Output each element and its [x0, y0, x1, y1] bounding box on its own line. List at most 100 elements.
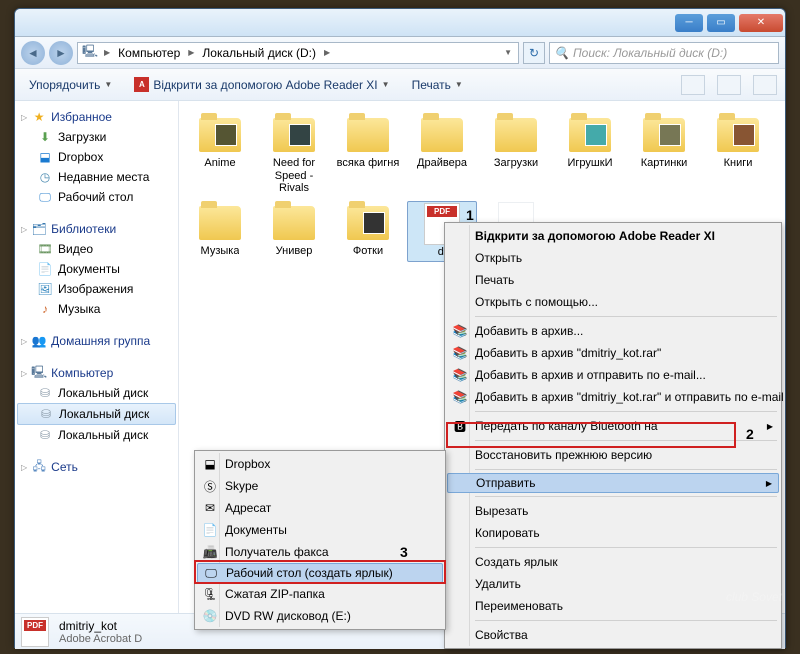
minimize-button[interactable]: ─	[675, 14, 703, 32]
folder-univer[interactable]: Универ	[259, 201, 329, 262]
sidebar-item-videos[interactable]: 🎞Видео	[17, 239, 176, 259]
context-item-label: Передать по каналу Bluetooth на	[475, 419, 658, 433]
sidebar-item-disk[interactable]: ⛁Локальный диск	[17, 383, 176, 403]
help-button[interactable]	[753, 75, 777, 95]
context-menu-sendto: ⬓DropboxⓈSkype✉Адресат📄Документы 📠 Получат…	[194, 450, 446, 630]
sidebar-libraries-header[interactable]: ▷🗂Библиотеки	[17, 219, 176, 239]
fax-icon: 📠	[201, 543, 219, 561]
refresh-button[interactable]: ↻	[523, 42, 545, 64]
context-item[interactable]: 📚Добавить в архив "dmitriy_kot.rar" и от…	[447, 386, 779, 408]
context-item[interactable]: Открыть	[447, 247, 779, 269]
folder-drivers[interactable]: Драйвера	[407, 113, 477, 197]
context-item-label: Отправить	[476, 476, 536, 490]
sidebar-item-music[interactable]: ♪Музыка	[17, 299, 176, 319]
context-item[interactable]: Удалить	[447, 573, 779, 595]
sidebar: ▷★Избранное ⬇Загрузки ⬓Dropbox ◷Недавние…	[15, 101, 179, 613]
sendto-item-label: Сжатая ZIP-папка	[225, 587, 325, 601]
context-item[interactable]: Восстановить прежнюю версию	[447, 444, 779, 466]
sendto-item-label: Получатель факса	[225, 545, 329, 559]
forward-button[interactable]: ►	[49, 41, 73, 65]
breadcrumb-drive[interactable]: Локальный диск (D:)	[200, 46, 318, 60]
zip-icon: 🗜	[201, 585, 219, 603]
titlebar: ─ ▭ ✕	[15, 9, 785, 37]
sendto-item[interactable]: 📄Документы	[197, 519, 443, 541]
context-item[interactable]: Свойства	[447, 624, 779, 646]
context-item[interactable]: Вырезать	[447, 500, 779, 522]
back-button[interactable]: ◄	[21, 41, 45, 65]
sidebar-item-downloads[interactable]: ⬇Загрузки	[17, 127, 176, 147]
context-item[interactable]: Переименовать	[447, 595, 779, 617]
folder-pictures[interactable]: Картинки	[629, 113, 699, 197]
network-icon: 🖧	[31, 459, 47, 475]
sidebar-item-disk[interactable]: ⛁Локальный диск	[17, 425, 176, 445]
print-button[interactable]: Печать▼	[406, 75, 469, 95]
sidebar-item-pictures[interactable]: 🖼Изображения	[17, 279, 176, 299]
desktop-icon: 🖵	[37, 189, 53, 205]
submenu-arrow-icon: ▶	[767, 422, 773, 431]
sidebar-item-desktop[interactable]: 🖵Рабочий стол	[17, 187, 176, 207]
folder-nfs[interactable]: Need for Speed - Rivals	[259, 113, 329, 197]
folder-downloads[interactable]: Загрузки	[481, 113, 551, 197]
homegroup-icon: 👥	[31, 333, 47, 349]
folder-books[interactable]: Книги	[703, 113, 773, 197]
folder-stuff[interactable]: всяка фигня	[333, 113, 403, 197]
sidebar-item-recent[interactable]: ◷Недавние места	[17, 167, 176, 187]
search-placeholder: Поиск: Локальный диск (D:)	[573, 46, 727, 60]
sendto-item-label: Адресат	[225, 501, 271, 515]
context-item-label: Восстановить прежнюю версию	[475, 448, 652, 462]
sendto-item[interactable]: ⬓Dropbox	[197, 453, 443, 475]
close-button[interactable]: ✕	[739, 14, 783, 32]
context-item-label: Добавить в архив "dmitriy_kot.rar" и отп…	[475, 390, 784, 404]
context-item[interactable]: 📚Добавить в архив и отправить по e-mail.…	[447, 364, 779, 386]
search-input[interactable]: 🔍 Поиск: Локальный диск (D:)	[549, 42, 779, 64]
context-item[interactable]: Создать ярлык	[447, 551, 779, 573]
context-item[interactable]: 🅱Передать по каналу Bluetooth на▶	[447, 415, 779, 437]
sendto-item[interactable]: 🗜 Сжатая ZIP-папка	[197, 583, 443, 605]
folder-anime[interactable]: Anime	[185, 113, 255, 197]
organize-button[interactable]: Упорядочить▼	[23, 75, 118, 95]
sidebar-item-documents[interactable]: 📄Документы	[17, 259, 176, 279]
chevron-icon: ▷	[21, 113, 27, 122]
folder-music[interactable]: Музыка	[185, 201, 255, 262]
chevron-icon: ▷	[21, 369, 27, 378]
desk-icon: 🖵	[202, 564, 220, 582]
submenu-arrow-icon: ▶	[766, 479, 772, 488]
context-item[interactable]: Відкрити за допомогою Adobe Reader XI	[447, 225, 779, 247]
sidebar-favorites-header[interactable]: ▷★Избранное	[17, 107, 176, 127]
dropbox-icon: ⬓	[37, 149, 53, 165]
chevron-down-icon: ▼	[455, 80, 463, 89]
breadcrumb-computer[interactable]: Компьютер	[116, 46, 182, 60]
sidebar-item-dropbox[interactable]: ⬓Dropbox	[17, 147, 176, 167]
view-options-button[interactable]	[681, 75, 705, 95]
pictures-icon: 🖼	[37, 281, 53, 297]
status-filetype: Adobe Acrobat D	[59, 633, 142, 645]
context-item-label: Копировать	[475, 526, 540, 540]
breadcrumb[interactable]: 🖳 ▶ Компьютер ▶ Локальный диск (D:) ▶ ▼	[77, 42, 519, 64]
folder-photos[interactable]: Фотки	[333, 201, 403, 262]
chevron-down-icon[interactable]: ▼	[502, 48, 514, 57]
context-item[interactable]: Открыть с помощью...	[447, 291, 779, 313]
context-item[interactable]: 📚Добавить в архив "dmitriy_kot.rar"	[447, 342, 779, 364]
doc-icon: 📄	[201, 521, 219, 539]
context-item[interactable]: 📚Добавить в архив...	[447, 320, 779, 342]
sendto-item[interactable]: ✉Адресат	[197, 497, 443, 519]
annotation-2: 2	[746, 426, 754, 442]
context-item-label: Открыть	[475, 251, 522, 265]
disk-icon: ⛁	[37, 385, 53, 401]
sidebar-homegroup-header[interactable]: ▷👥Домашняя группа	[17, 331, 176, 351]
preview-pane-button[interactable]	[717, 75, 741, 95]
folder-games[interactable]: ИгрушкИ	[555, 113, 625, 197]
sendto-item[interactable]: 💿DVD RW дисковод (E:)	[197, 605, 443, 627]
context-item[interactable]: Копировать	[447, 522, 779, 544]
sidebar-item-disk-selected[interactable]: ⛁Локальный диск	[17, 403, 176, 425]
sidebar-computer-header[interactable]: ▷🖳Компьютер	[17, 363, 176, 383]
sidebar-network-header[interactable]: ▷🖧Сеть	[17, 457, 176, 477]
sendto-item-label: Dropbox	[225, 457, 270, 471]
context-menu-main: Відкрити за допомогою Adobe Reader XI Отк…	[444, 222, 782, 649]
context-item[interactable]: Отправить ▶	[447, 473, 779, 493]
context-item[interactable]: Печать	[447, 269, 779, 291]
open-with-button[interactable]: A Відкрити за допомогою Adobe Reader XI▼	[128, 74, 395, 95]
sendto-item[interactable]: 🖵Рабочий стол (создать ярлык)	[197, 563, 443, 583]
maximize-button[interactable]: ▭	[707, 14, 735, 32]
sendto-item[interactable]: ⓈSkype	[197, 475, 443, 497]
